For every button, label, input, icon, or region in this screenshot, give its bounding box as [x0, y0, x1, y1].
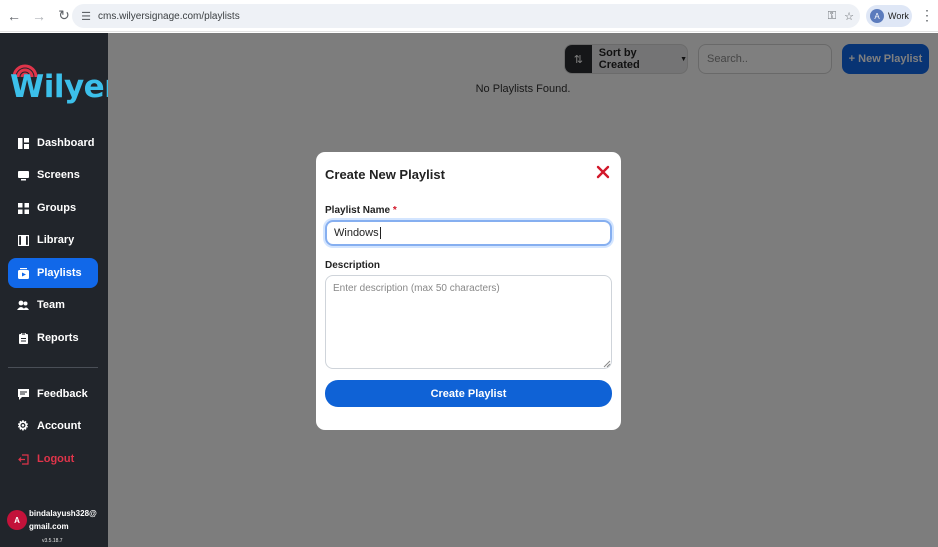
dashboard-icon	[17, 137, 29, 149]
app-version: v3.5.18.7	[42, 538, 63, 544]
create-playlist-modal: Create New Playlist Playlist Name * Wind…	[316, 152, 621, 430]
site-settings-icon[interactable]: ☰	[76, 10, 96, 23]
gear-icon: ⚙	[17, 418, 29, 433]
wilyer-logo[interactable]: Wilyer	[8, 55, 119, 109]
sidebar-item-label: Reports	[37, 332, 79, 344]
people-icon	[17, 299, 29, 311]
playlist-name-label-text: Playlist Name	[325, 205, 391, 216]
sidebar-item-label: Feedback	[37, 388, 88, 400]
logo-text: Wilyer	[10, 69, 119, 105]
url-text: cms.wilyersignage.com/playlists	[98, 10, 240, 22]
playlist-name-label: Playlist Name *	[325, 205, 397, 216]
grid-icon	[17, 202, 29, 214]
browser-menu-icon[interactable]: ⋮	[920, 8, 934, 22]
playlist-name-input[interactable]: Windows	[325, 220, 612, 246]
sidebar-item-playlists[interactable]: Playlists	[8, 258, 98, 288]
close-icon[interactable]	[595, 164, 611, 180]
required-mark: *	[392, 205, 397, 216]
logout-icon	[17, 453, 29, 465]
modal-title: Create New Playlist	[325, 167, 445, 182]
sidebar-item-library[interactable]: Library	[8, 225, 98, 255]
user-email: bindalayush328@gmail.com	[29, 509, 97, 531]
sidebar-item-label: Dashboard	[37, 137, 95, 149]
sidebar-item-label: Playlists	[37, 267, 82, 279]
back-icon[interactable]: ←	[3, 5, 25, 27]
resize-grip-icon[interactable]	[603, 360, 611, 368]
sidebar-item-label: Groups	[37, 202, 77, 214]
chat-icon	[17, 388, 29, 400]
user-avatar[interactable]: A	[7, 510, 27, 530]
monitor-icon	[17, 169, 29, 181]
description-label: Description	[325, 260, 381, 271]
sidebar-item-label: Screens	[37, 169, 80, 181]
sidebar-item-groups[interactable]: Groups	[8, 193, 98, 223]
text-cursor	[379, 227, 381, 239]
playlist-icon	[17, 267, 29, 279]
sidebar-item-label: Account	[37, 420, 81, 432]
forward-icon[interactable]: →	[28, 5, 50, 27]
sidebar-item-label: Team	[37, 299, 65, 311]
address-bar[interactable]: ☰ cms.wilyersignage.com/playlists ⚿ ☆	[72, 4, 860, 28]
browser-toolbar: ← → ↻ ☰ cms.wilyersignage.com/playlists …	[0, 0, 938, 32]
sidebar-item-dashboard[interactable]: Dashboard	[8, 128, 98, 158]
playlist-name-value: Windows	[334, 227, 379, 239]
sidebar-item-label: Logout	[37, 453, 75, 465]
sidebar: Wilyer Dashboard Screens Groups Library …	[0, 33, 119, 547]
sidebar-item-label: Library	[37, 234, 75, 246]
password-key-icon[interactable]: ⚿	[828, 10, 836, 23]
create-playlist-button[interactable]: Create Playlist	[325, 380, 612, 407]
profile-label: Work	[888, 11, 909, 21]
profile-avatar: A	[870, 9, 884, 23]
bookmark-star-icon[interactable]: ☆	[844, 10, 854, 23]
clipboard-icon	[17, 332, 29, 344]
sidebar-divider	[8, 367, 98, 368]
sidebar-item-logout[interactable]: Logout	[8, 444, 98, 474]
sidebar-item-feedback[interactable]: Feedback	[8, 379, 98, 409]
film-icon	[17, 234, 29, 246]
sidebar-item-screens[interactable]: Screens	[8, 160, 98, 190]
profile-button[interactable]: A Work	[866, 5, 912, 27]
sidebar-item-account[interactable]: ⚙ Account	[8, 411, 98, 441]
sidebar-item-team[interactable]: Team	[8, 290, 98, 320]
description-textarea[interactable]	[325, 275, 612, 369]
sidebar-item-reports[interactable]: Reports	[8, 323, 98, 353]
